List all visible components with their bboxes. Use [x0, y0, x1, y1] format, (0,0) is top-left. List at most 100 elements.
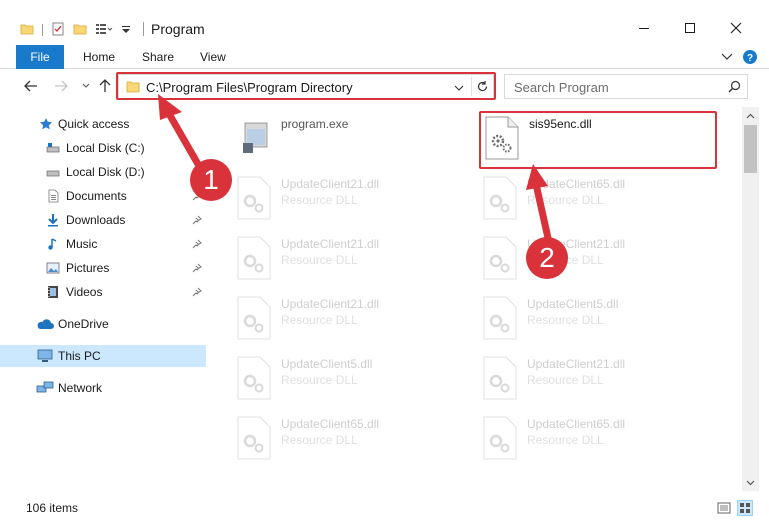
step-badge-1: 1	[190, 159, 232, 201]
pin-icon[interactable]	[192, 238, 202, 252]
back-arrow-icon	[24, 80, 37, 92]
sidebar-item-network[interactable]: Network	[0, 377, 206, 399]
scroll-up-icon[interactable]	[746, 111, 755, 120]
sidebar-item-downloads[interactable]: Downloads	[0, 209, 206, 231]
file-item-dll[interactable]: UpdateClient5.dll Resource DLL	[235, 353, 455, 403]
refresh-icon[interactable]	[476, 80, 489, 96]
sidebar-item-documents[interactable]: Documents	[0, 185, 206, 207]
address-path[interactable]: C:\Program Files\Program Directory	[146, 80, 353, 95]
file-item-dll[interactable]: UpdateClient5.dll Resource DLL	[481, 293, 701, 343]
up-arrow-icon	[99, 79, 111, 92]
tab-file[interactable]: File	[16, 45, 64, 69]
file-type: Resource DLL	[527, 313, 604, 327]
back-button[interactable]	[22, 77, 40, 95]
tiles-view-icon[interactable]	[737, 500, 753, 516]
close-button[interactable]	[713, 14, 759, 42]
file-item-dll[interactable]: UpdateClient65.dll Resource DLL	[235, 413, 455, 463]
documents-icon	[45, 188, 61, 204]
folder-icon	[126, 80, 140, 96]
file-item-dll[interactable]: UpdateClient65.dll Resource DLL	[481, 413, 701, 463]
status-bar: 106 items	[0, 496, 769, 518]
file-name: UpdateClient21.dll	[281, 237, 380, 251]
pin-icon[interactable]	[192, 262, 202, 276]
file-item-dll[interactable]: UpdateClient65.dll Resource DLL	[481, 173, 701, 223]
file-item-dll[interactable]: UpdateClient21.dll Resource DLL	[481, 233, 701, 283]
music-icon	[45, 236, 61, 252]
file-type: Resource DLL	[527, 193, 604, 207]
folder-icon	[20, 22, 34, 39]
sidebar-item-this-pc[interactable]: This PC	[0, 345, 206, 367]
sidebar-item-label: Network	[58, 381, 103, 395]
minimize-button[interactable]	[621, 14, 667, 42]
file-item-dll[interactable]: UpdateClient21.dll Resource DLL	[481, 353, 701, 403]
address-bar[interactable]: C:\Program Files\Program Directory	[118, 74, 494, 99]
pictures-icon	[45, 260, 61, 276]
help-icon: ?	[743, 50, 757, 64]
expand-ribbon-button[interactable]	[719, 49, 735, 65]
dll-file-icon	[481, 235, 521, 281]
tab-share[interactable]: Share	[142, 45, 174, 69]
sidebar-item-onedrive[interactable]: OneDrive	[0, 313, 206, 335]
file-item-program-exe[interactable]: program.exe	[235, 113, 455, 163]
dll-file-icon	[235, 415, 275, 461]
sidebar-item-label: Downloads	[66, 213, 126, 227]
scroll-down-icon[interactable]	[746, 478, 755, 487]
file-name: UpdateClient65.dll	[281, 417, 380, 431]
sidebar-item-local-disk-c[interactable]: Local Disk (C:)	[0, 137, 206, 159]
vertical-scrollbar[interactable]	[742, 107, 759, 491]
customize-icon[interactable]	[95, 22, 113, 39]
separator	[42, 24, 43, 36]
maximize-button[interactable]	[667, 14, 713, 42]
properties-icon[interactable]	[51, 22, 65, 39]
pin-icon[interactable]	[192, 286, 202, 300]
forward-button[interactable]	[52, 77, 70, 95]
step-badge-2: 2	[526, 237, 568, 279]
recent-locations-button[interactable]	[77, 77, 95, 95]
file-type: Resource DLL	[281, 313, 358, 327]
sidebar-item-label: Pictures	[66, 261, 110, 275]
minimize-icon	[639, 28, 649, 29]
sidebar-item-videos[interactable]: Videos	[0, 281, 206, 303]
sidebar-item-quick-access[interactable]: Quick access	[0, 113, 206, 135]
window-title: Program	[151, 21, 205, 37]
details-view-icon[interactable]	[716, 500, 732, 516]
qat-dropdown-icon[interactable]	[121, 22, 131, 39]
file-type: Resource DLL	[527, 373, 604, 387]
sidebar-item-label: Videos	[66, 285, 103, 299]
sidebar-item-music[interactable]: Music	[0, 233, 206, 255]
sidebar-item-label: Local Disk (D:)	[66, 165, 145, 179]
search-input[interactable]: Search Program	[514, 80, 609, 95]
sidebar-item-pictures[interactable]: Pictures	[0, 257, 206, 279]
file-item-dll[interactable]: UpdateClient21.dll Resource DLL	[235, 233, 455, 283]
sidebar-item-label: Documents	[66, 189, 127, 203]
search-box[interactable]: Search Program	[504, 74, 748, 99]
sidebar-item-label: This PC	[58, 349, 101, 363]
drive-icon	[45, 140, 61, 156]
navigation-bar: C:\Program Files\Program Directory Searc…	[0, 69, 769, 105]
file-item-dll[interactable]: UpdateClient21.dll Resource DLL	[235, 293, 455, 343]
tab-home[interactable]: Home	[83, 45, 115, 69]
dll-file-icon	[483, 115, 523, 161]
file-name: UpdateClient21.dll	[527, 357, 626, 371]
dll-file-icon	[235, 175, 275, 221]
pin-icon[interactable]	[192, 214, 202, 228]
search-icon[interactable]	[728, 80, 741, 96]
chevron-down-icon	[82, 83, 90, 88]
address-dropdown-icon[interactable]	[454, 81, 464, 95]
chevron-down-icon	[721, 53, 733, 60]
help-button[interactable]: ?	[741, 49, 759, 65]
new-folder-icon[interactable]	[73, 22, 87, 39]
tab-view[interactable]: View	[200, 45, 226, 69]
sidebar-item-local-disk-d[interactable]: Local Disk (D:)	[0, 161, 206, 183]
scrollbar-thumb[interactable]	[744, 125, 757, 173]
file-item-dll[interactable]: UpdateClient21.dll Resource DLL	[235, 173, 455, 223]
sidebar-item-label: Music	[66, 237, 98, 251]
maximize-icon	[685, 23, 695, 33]
file-list: program.exe sis95enc.dll UpdateClient21.…	[209, 107, 742, 491]
item-count: 106 items	[26, 501, 79, 515]
file-name: UpdateClient65.dll	[527, 417, 626, 431]
close-icon	[730, 22, 742, 34]
up-button[interactable]	[96, 77, 114, 95]
file-item-sis95enc-dll[interactable]: sis95enc.dll	[483, 113, 703, 163]
ribbon-tabs: File Home Share View ?	[0, 45, 769, 69]
